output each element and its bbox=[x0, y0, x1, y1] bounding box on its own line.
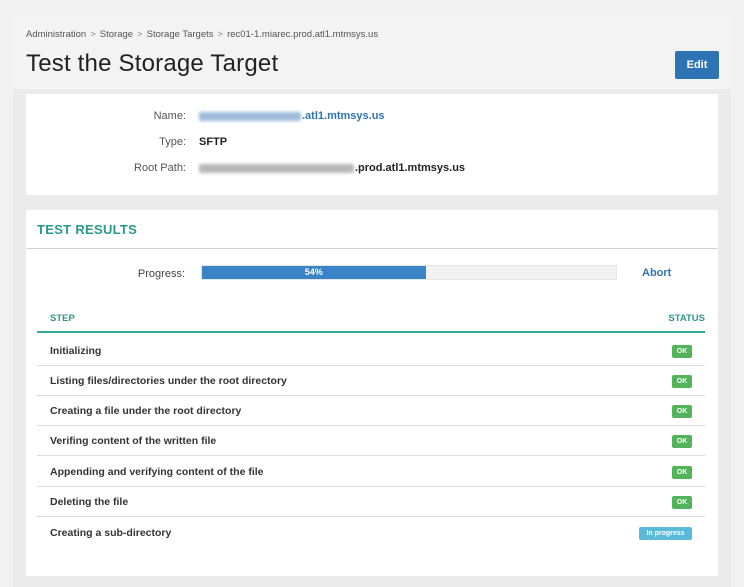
breadcrumb-item-storage[interactable]: Storage bbox=[100, 29, 133, 40]
test-results-card: TEST RESULTS Progress: 54% Abort STEP ST… bbox=[26, 210, 718, 576]
breadcrumb-separator: > bbox=[137, 29, 143, 40]
type-label: Type: bbox=[159, 136, 186, 148]
info-row-root-path: Root Path: .prod.atl1.mtmsys.us bbox=[26, 162, 718, 178]
table-row: Creating a file under the root directory… bbox=[37, 396, 705, 426]
page-title: Test the Storage Target bbox=[26, 50, 279, 77]
progress-label: Progress: bbox=[137, 268, 185, 280]
status-badge: OK bbox=[672, 466, 692, 479]
step-name: Listing files/directories under the root… bbox=[50, 375, 287, 387]
step-name: Creating a sub-directory bbox=[50, 527, 172, 539]
name-label: Name: bbox=[153, 110, 186, 122]
progress-text: 54% bbox=[304, 267, 323, 277]
name-value[interactable]: .atl1.mtmsys.us bbox=[199, 110, 385, 122]
storage-target-info-card: Name: .atl1.mtmsys.us Type: SFTP Root Pa… bbox=[26, 94, 718, 195]
step-name: Initializing bbox=[50, 345, 102, 357]
progress-bar: 54% bbox=[201, 265, 617, 280]
step-name: Verifing content of the written file bbox=[50, 435, 217, 447]
table-row: Listing files/directories under the root… bbox=[37, 366, 705, 396]
table-row: Creating a sub-directory In progress bbox=[37, 518, 705, 548]
steps-table-header: STEP STATUS bbox=[37, 313, 705, 333]
root-path-label: Root Path: bbox=[134, 162, 186, 174]
breadcrumb-separator: > bbox=[217, 29, 224, 40]
type-value: SFTP bbox=[199, 136, 228, 148]
breadcrumb-separator: > bbox=[90, 29, 96, 40]
status-badge: OK bbox=[672, 405, 692, 418]
abort-link[interactable]: Abort bbox=[642, 267, 671, 279]
test-results-title: TEST RESULTS bbox=[37, 222, 138, 237]
table-row: Verifing content of the written file OK bbox=[37, 426, 705, 456]
step-name: Creating a file under the root directory bbox=[50, 405, 242, 417]
root-path-value-text: .prod.atl1.mtmsys.us bbox=[355, 162, 466, 174]
table-row: Initializing OK bbox=[37, 336, 705, 366]
status-badge: OK bbox=[672, 435, 692, 448]
breadcrumb: Administration > Storage > Storage Targets > r… bbox=[26, 29, 378, 40]
status-badge: OK bbox=[672, 496, 692, 509]
info-row-name: Name: .atl1.mtmsys.us bbox=[26, 110, 718, 126]
status-badge: In progress bbox=[639, 527, 692, 540]
column-header-status: STATUS bbox=[668, 313, 705, 324]
redacted-text bbox=[199, 111, 301, 121]
step-name: Appending and verifying content of the f… bbox=[50, 466, 264, 478]
edit-button[interactable]: Edit bbox=[675, 51, 719, 79]
step-name: Deleting the file bbox=[50, 496, 129, 508]
status-badge: OK bbox=[672, 345, 692, 358]
section-divider bbox=[26, 248, 718, 249]
breadcrumb-item-storage-targets[interactable]: Storage Targets bbox=[147, 29, 214, 40]
info-row-type: Type: SFTP bbox=[26, 136, 718, 152]
page-header: Administration > Storage > Storage Targets > r… bbox=[13, 14, 731, 89]
redacted-text bbox=[199, 163, 354, 173]
status-badge: OK bbox=[672, 375, 692, 388]
table-row: Appending and verifying content of the f… bbox=[37, 457, 705, 487]
column-header-step: STEP bbox=[50, 313, 75, 324]
table-row: Deleting the file OK bbox=[37, 487, 705, 517]
breadcrumb-item-current: rec01-1.miarec.prod.atl1.mtmsys.us bbox=[227, 29, 379, 40]
breadcrumb-item-administration[interactable]: Administration bbox=[26, 29, 86, 40]
name-value-text: .atl1.mtmsys.us bbox=[302, 110, 385, 122]
root-path-value: .prod.atl1.mtmsys.us bbox=[199, 162, 465, 174]
